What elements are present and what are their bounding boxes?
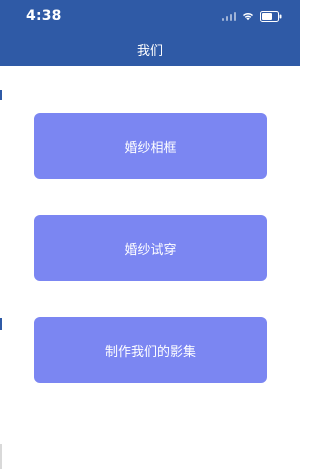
wedding-dress-tryon-label: 婚纱试穿 xyxy=(124,242,177,258)
top-header: 4:38 我们 xyxy=(0,0,300,66)
left-edge-accent-top xyxy=(0,90,2,100)
status-time: 4:38 xyxy=(26,8,62,24)
page-title: 我们 xyxy=(136,44,163,59)
menu-list: 婚纱相框 婚纱试穿 制作我们的影集 xyxy=(34,113,267,383)
wedding-photo-frame-button[interactable]: 婚纱相框 xyxy=(34,113,267,179)
battery-icon xyxy=(260,10,282,22)
status-bar: 4:38 xyxy=(0,0,300,30)
left-edge-accent-bottom xyxy=(0,318,2,330)
status-icons xyxy=(222,10,282,22)
make-our-album-label: 制作我们的影集 xyxy=(104,344,196,360)
make-our-album-button[interactable]: 制作我们的影集 xyxy=(34,317,267,383)
signal-icon xyxy=(222,11,236,21)
wedding-dress-tryon-button[interactable]: 婚纱试穿 xyxy=(34,215,267,281)
wedding-photo-frame-label: 婚纱相框 xyxy=(124,140,177,156)
wifi-icon xyxy=(242,11,254,21)
bottom-edge-marker xyxy=(0,444,2,469)
